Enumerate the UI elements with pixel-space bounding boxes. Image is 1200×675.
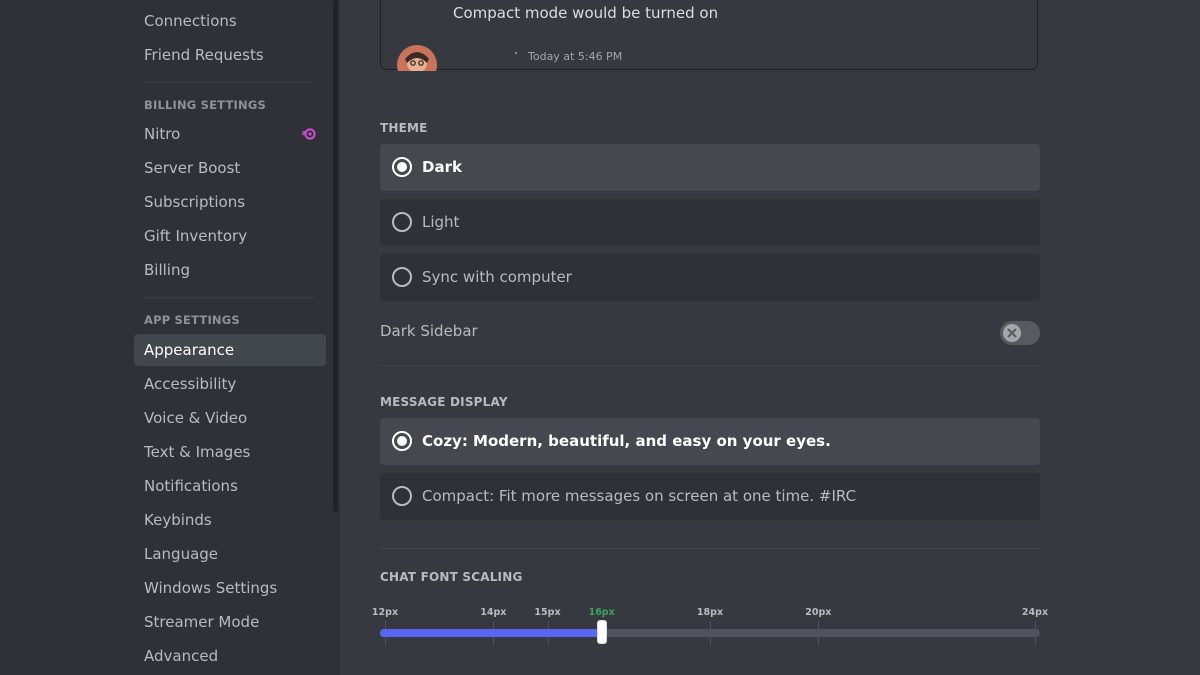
avatar (397, 45, 437, 71)
sidebar-scrollbar[interactable] (333, 0, 338, 512)
sidebar-item-appearance[interactable]: Appearance (134, 334, 326, 366)
font-scaling-tick-label: 24px (1021, 607, 1049, 618)
theme-option-label: Sync with computer (422, 268, 572, 286)
dark-sidebar-label: Dark Sidebar (380, 322, 478, 340)
font-scaling-slider-fill (380, 629, 602, 637)
toggle-knob (1003, 324, 1021, 342)
theme-header: THEME (380, 121, 428, 135)
message-display-option-label: Cozy: Modern, beautiful, and easy on you… (422, 432, 831, 450)
dark-sidebar-toggle[interactable] (1000, 321, 1040, 345)
font-scaling-tick-label: 14px (480, 607, 507, 618)
sidebar-item-billing[interactable]: Billing (134, 254, 326, 286)
theme-option-light[interactable]: Light (380, 199, 1040, 246)
sidebar-item-language[interactable]: Language (134, 538, 326, 570)
sidebar-separator (144, 82, 315, 83)
radio-checked-icon (392, 431, 412, 451)
sidebar-item-server-boost[interactable]: Server Boost (134, 152, 326, 184)
sidebar-item-text-images[interactable]: Text & Images (134, 436, 326, 468)
font-scaling-tick-mark (818, 621, 819, 645)
billing-settings-header: BILLING SETTINGS (144, 98, 266, 112)
close-icon (1007, 328, 1017, 338)
radio-unchecked-icon (392, 267, 412, 287)
theme-option-dark[interactable]: Dark (380, 144, 1040, 191)
radio-unchecked-icon (392, 212, 412, 232)
preview-message-text: Compact mode would be turned on (453, 4, 719, 22)
sidebar-item-voice-video[interactable]: Voice & Video (134, 402, 326, 434)
radio-unchecked-icon (392, 486, 412, 506)
sidebar-item-windows-settings[interactable]: Windows Settings (134, 572, 326, 604)
font-scaling-tick-mark (710, 621, 711, 645)
font-scaling-tick-label: 16px (588, 607, 615, 618)
sidebar-item-advanced[interactable]: Advanced (134, 640, 326, 672)
theme-option-sync[interactable]: Sync with computer (380, 254, 1040, 301)
section-divider (380, 365, 1040, 366)
sidebar-item-subscriptions[interactable]: Subscriptions (134, 186, 326, 218)
sidebar-item-streamer-mode[interactable]: Streamer Mode (134, 606, 326, 638)
sidebar-item-accessibility[interactable]: Accessibility (134, 368, 326, 400)
sidebar-item-notifications[interactable]: Notifications (134, 470, 326, 502)
nitro-icon (302, 128, 316, 140)
theme-option-label: Dark (422, 158, 462, 176)
chat-font-scaling-header: CHAT FONT SCALING (380, 570, 523, 584)
sidebar-item-nitro[interactable]: Nitro (134, 118, 326, 150)
radio-checked-icon (392, 157, 412, 177)
sidebar-item-gift-inventory[interactable]: Gift Inventory (134, 220, 326, 252)
message-display-option-compact[interactable]: Compact: Fit more messages on screen at … (380, 473, 1040, 520)
message-display-header: MESSAGE DISPLAY (380, 395, 508, 409)
sidebar-item-keybinds[interactable]: Keybinds (134, 504, 326, 536)
font-scaling-tick-mark (1035, 621, 1036, 645)
app-settings-header: APP SETTINGS (144, 313, 240, 327)
preview-separator-dot (515, 52, 517, 54)
sidebar-item-friend-requests[interactable]: Friend Requests (134, 39, 326, 71)
font-scaling-tick-label: 12px (371, 607, 399, 618)
section-divider (380, 548, 1040, 549)
settings-sidebar: Connections Friend Requests BILLING SETT… (0, 0, 340, 675)
sidebar-item-connections[interactable]: Connections (134, 5, 326, 37)
font-scaling-tick-label: 18px (696, 607, 724, 618)
sidebar-separator (144, 297, 315, 298)
message-display-option-cozy[interactable]: Cozy: Modern, beautiful, and easy on you… (380, 418, 1040, 465)
preview-timestamp: Today at 5:46 PM (528, 50, 623, 63)
font-scaling-slider-handle[interactable] (596, 620, 607, 644)
font-scaling-tick-label: 15px (534, 607, 561, 618)
theme-option-label: Light (422, 213, 460, 231)
font-scaling-tick-label: 20px (805, 607, 832, 618)
message-display-option-label: Compact: Fit more messages on screen at … (422, 487, 857, 505)
